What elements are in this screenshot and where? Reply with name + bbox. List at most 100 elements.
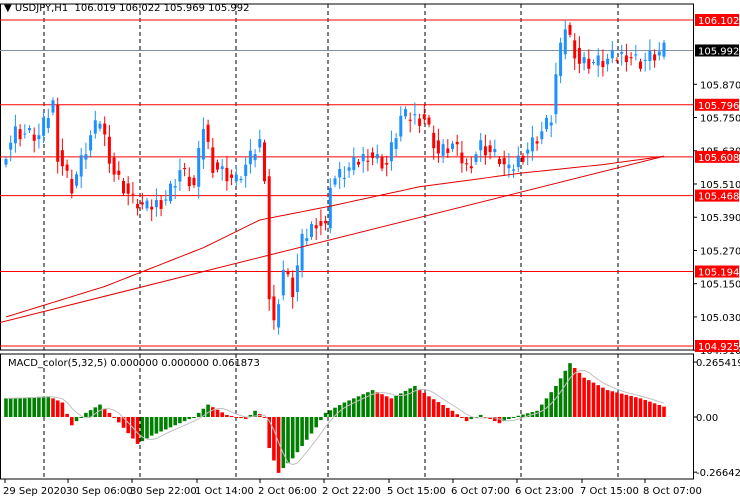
candle-body [46,118,50,129]
macd-histogram-bar [568,363,572,417]
chart-window[interactable]: 105.870105.750105.630105.510105.390105.2… [0,0,740,500]
macd-histogram-bar [135,417,140,444]
macd-histogram-bar [516,415,521,417]
macd-histogram-bar [149,417,154,436]
macd-histogram-bar [389,398,394,417]
candle-body [601,60,605,68]
time-label: 6 Oct 23:00 [515,486,574,497]
macd-histogram-bar [605,390,610,417]
time-label: 30 Sep 06:00 [66,486,133,497]
macd-label: MACD_color(5,32,5) 0.000000 0.000000 0.0… [8,358,260,369]
macd-histogram-bar [93,407,98,417]
macd-tick-label: 0.00 [696,413,718,424]
macd-histogram-bar [587,380,591,417]
price-tick-label: 105.870 [700,80,740,91]
candle-body [103,123,107,135]
candle-body [404,109,407,117]
level-label: 106.102 [698,16,739,27]
time-label: 30 Sep 22:00 [130,486,197,497]
candle-body [380,156,384,169]
macd-histogram-bar [290,417,295,459]
macd-histogram-bar [352,398,356,417]
candle-body [361,154,365,162]
candle-body [295,265,299,293]
macd-histogram-bar [596,385,600,417]
macd-histogram-bar [572,368,577,417]
macd-histogram-bar [643,400,647,417]
candle-body [422,114,426,120]
time-label: 29 Sep 2020 [3,486,66,497]
candle-body [272,296,276,321]
chart-canvas[interactable]: 105.870105.750105.630105.510105.390105.2… [0,0,740,500]
candle-body [126,183,130,194]
macd-histogram-bar [380,394,384,417]
time-label: 5 Oct 15:00 [387,486,446,497]
candle-body [559,42,563,76]
dropdown-triangle-icon[interactable]: ▼ [4,3,12,14]
macd-histogram-bar [648,401,652,417]
macd-histogram-bar [638,398,643,417]
candle-body [32,134,36,141]
candle-body [371,152,375,158]
candle-body [267,176,271,300]
candle-body [507,164,511,169]
candle-body [51,100,55,113]
macd-histogram-bar [225,414,229,417]
macd-histogram-bar [117,417,121,423]
macd-histogram-bar [610,391,615,417]
macd-histogram-bar [662,406,666,417]
macd-histogram-bar [8,398,13,417]
candle-body [615,59,619,61]
candle-body [413,114,417,116]
price-tick-label: 105.750 [700,114,740,125]
candle-body [225,167,229,182]
macd-histogram-bar [145,417,149,439]
time-label: 2 Oct 22:00 [322,486,381,497]
candle-body [13,126,17,144]
macd-histogram-bar [375,392,380,417]
macd-histogram-bar [173,417,177,426]
symbol-label: USDJPY,H1 [14,3,69,14]
candle-body [23,133,27,135]
candle-body [286,270,290,275]
candle-body [131,193,135,195]
macd-histogram-bar [619,393,624,417]
candle-body [159,200,163,209]
macd-histogram-bar [70,417,74,426]
macd-histogram-bar [563,370,568,417]
macd-histogram-bar [187,417,192,420]
candle-body [28,128,31,131]
macd-histogram-bar [422,392,427,417]
macd-histogram-bar [229,415,234,417]
macd-histogram-bar [192,417,196,418]
candle-body [136,203,140,209]
candle-body [498,158,501,165]
candle-body [277,304,281,328]
macd-histogram-bar [323,412,328,417]
price-tick-label: 105.510 [700,180,740,191]
candle-body [479,140,483,151]
macd-histogram-bar [107,412,112,417]
candle-body [154,200,158,208]
candle-body [455,141,459,145]
candle-body [122,180,125,194]
candle-body [333,178,337,185]
candle-body [620,52,624,54]
candle-body [253,154,257,161]
candle-body [342,177,346,179]
candle-body [408,119,412,121]
candle-body [629,57,633,59]
candle-body [357,161,360,165]
macd-histogram-bar [558,378,563,417]
time-label: 1 Oct 14:00 [195,486,254,497]
macd-histogram-bar [159,417,163,432]
macd-histogram-bar [37,396,41,417]
candle-body [145,200,149,209]
macd-histogram-bar [624,394,629,417]
time-label: 7 Oct 15:00 [580,486,639,497]
macd-histogram-bar [446,407,450,417]
macd-histogram-bar [60,402,65,417]
macd-histogram-bar [309,417,314,434]
candle-body [150,206,154,210]
candle-body [577,47,581,64]
